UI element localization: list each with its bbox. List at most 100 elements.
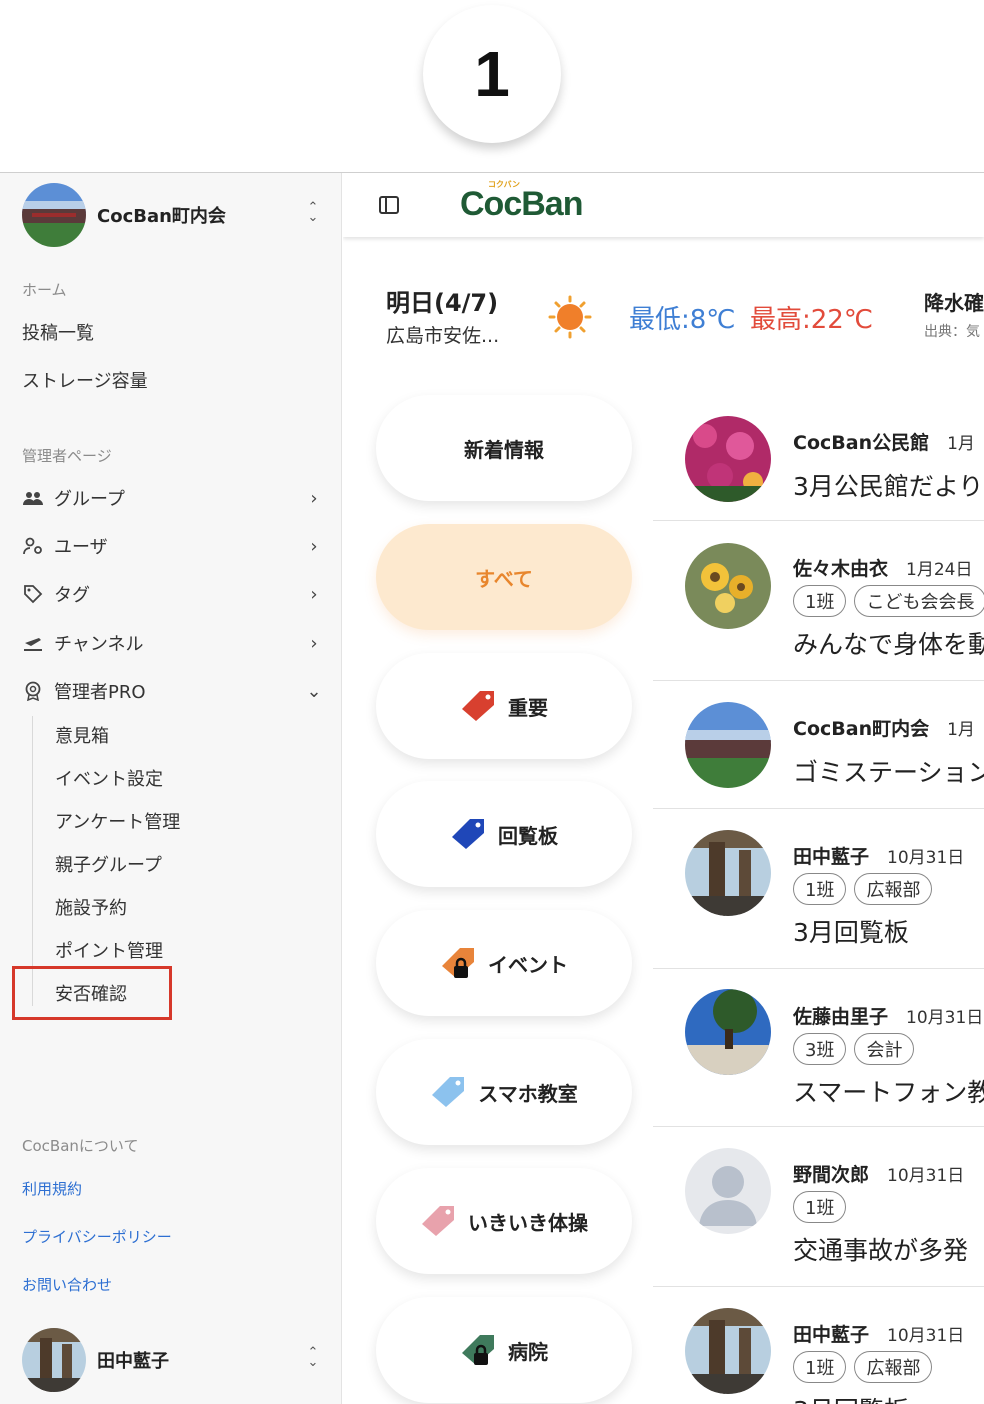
temp-low: 最低:8℃ bbox=[629, 305, 736, 335]
post-title: ゴミステーション bbox=[793, 758, 984, 787]
post-author: 田中藍子 10月31日 bbox=[793, 1324, 965, 1346]
submenu-guide-line bbox=[32, 716, 33, 1006]
temp-high: 最高:22℃ bbox=[750, 305, 874, 335]
tag-button-event[interactable]: イベント bbox=[376, 910, 632, 1016]
sidebar-item-groups[interactable]: グループ › bbox=[22, 481, 322, 515]
tag-button-new[interactable]: 新着情報 bbox=[376, 395, 632, 501]
sidebar: CocBan町内会 ⌃ ⌄ ホーム 投稿一覧 ストレージ容量 管理者ページ グルー… bbox=[0, 173, 342, 1404]
post-avatar bbox=[685, 1148, 771, 1234]
post-author: CocBan町内会 1月 bbox=[793, 718, 975, 740]
post-item[interactable]: 佐々木由衣 1月24日 1班 こども会会長 みんなで身体を動 bbox=[653, 521, 984, 681]
post-title: 3月公民館だより bbox=[793, 472, 984, 501]
tag-button-hospital[interactable]: 病院 bbox=[376, 1297, 632, 1403]
chip: 1班 bbox=[793, 1191, 847, 1223]
org-switcher[interactable]: CocBan町内会 ⌃ ⌄ bbox=[22, 183, 322, 247]
contact-link[interactable]: お問い合わせ bbox=[22, 1274, 112, 1295]
post-tags: 1班 bbox=[793, 1191, 847, 1223]
sidebar-item-admin-pro[interactable]: 管理者PRO ⌄ bbox=[22, 674, 322, 708]
tag-button-important[interactable]: 重要 bbox=[376, 653, 632, 759]
post-avatar bbox=[685, 702, 771, 788]
badge-icon bbox=[22, 680, 44, 702]
chip: 1班 bbox=[793, 1351, 847, 1383]
people-icon bbox=[22, 487, 44, 509]
section-label-home: ホーム bbox=[22, 281, 67, 299]
tag-button-circular[interactable]: 回覧板 bbox=[376, 781, 632, 887]
chevron-right-icon: › bbox=[310, 632, 318, 654]
submenu-item-facility[interactable]: 施設予約 bbox=[55, 894, 127, 920]
user-gear-icon bbox=[22, 535, 44, 557]
chip: 会計 bbox=[854, 1033, 915, 1065]
chip: 広報部 bbox=[854, 873, 933, 905]
post-item[interactable]: CocBan公民館 1月 3月公民館だより bbox=[653, 403, 984, 521]
user-switcher[interactable]: 田中藍子 ⌃ ⌄ bbox=[22, 1327, 322, 1393]
locked-tag-icon bbox=[442, 948, 474, 978]
weather-panel: 明日(4/7) 広島市安佐... 最低:8℃ 最高:22℃ 降水確 出典：気 bbox=[343, 273, 984, 353]
plane-icon bbox=[22, 632, 44, 654]
post-item[interactable]: 佐藤由里子 10月31日 3班 会計 スマートフォン教 bbox=[653, 969, 984, 1127]
tag-button-exercise[interactable]: いきいき体操 bbox=[376, 1168, 632, 1274]
step-header: 1 bbox=[0, 0, 984, 172]
post-tags: 1班 広報部 bbox=[793, 1351, 933, 1383]
sidebar-item-storage[interactable]: ストレージ容量 bbox=[22, 363, 322, 397]
tag-icon bbox=[432, 1077, 465, 1107]
submenu-item-feedback[interactable]: 意見箱 bbox=[55, 722, 109, 748]
post-tags: 1班 広報部 bbox=[793, 873, 933, 905]
chip: 3班 bbox=[793, 1033, 847, 1065]
chevron-down-icon: ⌄ bbox=[306, 680, 322, 702]
tag-button-all[interactable]: すべて bbox=[376, 524, 632, 630]
post-tags: 3班 会計 bbox=[793, 1033, 915, 1065]
chevron-right-icon: › bbox=[310, 535, 318, 557]
tag-icon bbox=[452, 819, 484, 849]
sidebar-item-tags[interactable]: タグ › bbox=[22, 577, 322, 611]
post-avatar bbox=[685, 543, 771, 629]
post-item[interactable]: 田中藍子10月31日 1班広報部 3月回覧板 bbox=[653, 1287, 984, 1404]
post-author: 佐々木由衣 1月24日 bbox=[793, 558, 973, 580]
post-author: CocBan公民館 1月 bbox=[793, 432, 975, 454]
post-item[interactable]: 野間次郎 10月31日 1班 交通事故が多発 bbox=[653, 1127, 984, 1287]
submenu-item-survey[interactable]: アンケート管理 bbox=[55, 808, 180, 834]
post-title: 3月回覧板 bbox=[793, 1391, 909, 1404]
chevron-up-down-icon: ⌃ ⌄ bbox=[307, 1345, 319, 1370]
chevron-right-icon: › bbox=[310, 487, 318, 509]
post-author: 田中藍子 10月31日 bbox=[793, 846, 965, 868]
chip: 1班 bbox=[793, 585, 847, 617]
submenu-item-event-settings[interactable]: イベント設定 bbox=[55, 765, 163, 791]
post-item[interactable]: 田中藍子10月31日 1班広報部 3月回覧板 bbox=[653, 809, 984, 969]
user-avatar bbox=[22, 1328, 86, 1392]
post-item[interactable]: CocBan町内会 1月 ゴミステーション bbox=[653, 681, 984, 809]
post-title: スマートフォン教 bbox=[793, 1078, 984, 1107]
sidebar-item-users[interactable]: ユーザ › bbox=[22, 529, 322, 563]
weather-source: 出典：気 bbox=[924, 324, 980, 340]
rain-probability-label: 降水確 bbox=[924, 291, 984, 315]
submenu-item-points[interactable]: ポイント管理 bbox=[55, 937, 163, 963]
org-avatar bbox=[22, 183, 86, 247]
sidebar-toggle-icon[interactable] bbox=[379, 196, 399, 214]
post-avatar bbox=[685, 989, 771, 1075]
terms-link[interactable]: 利用規約 bbox=[22, 1178, 82, 1199]
submenu-item-parent-group[interactable]: 親子グループ bbox=[55, 851, 162, 877]
chevron-right-icon: › bbox=[310, 583, 318, 605]
sidebar-item-posts[interactable]: 投稿一覧 bbox=[22, 315, 322, 349]
chevron-up-down-icon: ⌃ ⌄ bbox=[307, 200, 319, 225]
chip: 1班 bbox=[793, 873, 847, 905]
locked-tag-icon bbox=[462, 1335, 494, 1365]
sidebar-item-channels[interactable]: チャンネル › bbox=[22, 626, 322, 660]
tag-icon bbox=[22, 583, 44, 605]
post-avatar bbox=[685, 416, 771, 502]
section-label-admin: 管理者ページ bbox=[22, 447, 112, 465]
chip: こども会会長 bbox=[854, 585, 984, 617]
user-name: 田中藍子 bbox=[97, 1351, 169, 1372]
chip: 広報部 bbox=[854, 1351, 933, 1383]
tag-icon bbox=[462, 691, 494, 721]
post-avatar bbox=[685, 1308, 771, 1394]
logo: CocBan bbox=[460, 185, 583, 223]
privacy-link[interactable]: プライバシーポリシー bbox=[22, 1226, 172, 1247]
main-content: コクバン CocBan 明日(4/7) 広島市安佐... 最低:8℃ 最高:22… bbox=[343, 173, 984, 1404]
post-title: 3月回覧板 bbox=[793, 918, 909, 947]
post-author: 佐藤由里子 10月31日 bbox=[793, 1006, 984, 1028]
tag-button-smartphone-class[interactable]: スマホ教室 bbox=[376, 1039, 632, 1145]
weather-place: 広島市安佐... bbox=[386, 325, 500, 347]
org-name: CocBan町内会 bbox=[97, 206, 226, 227]
tag-icon bbox=[422, 1206, 454, 1236]
post-title: みんなで身体を動 bbox=[793, 630, 984, 659]
